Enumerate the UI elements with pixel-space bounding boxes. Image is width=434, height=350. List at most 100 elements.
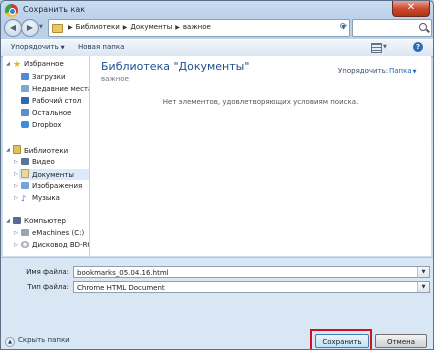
address-bar[interactable]: ▶ Библиотеки ▶ Документы ▶ важное ▼ [48,19,350,37]
back-arrow-icon: ◀ [9,23,17,32]
hard-drive-icon [21,229,29,236]
sidebar-item-video[interactable]: Видео [21,157,55,168]
sidebar-item-desktop[interactable]: Рабочий стол [21,96,81,107]
recent-places-icon [21,85,29,92]
save-button[interactable]: Сохранить [315,334,369,348]
sidebar-item-drive-c[interactable]: eMachines (C:) [21,228,84,239]
window-title: Сохранить как [23,5,86,14]
expand-pictures-icon[interactable]: ▷ [14,183,18,189]
sidebar-item-label: Dropbox [32,121,62,129]
downloads-folder-icon [21,73,29,80]
breadcrumb-libraries[interactable]: Библиотеки [76,23,120,31]
recent-pages-dropdown[interactable]: ▼ [39,24,43,30]
file-list-pane[interactable]: Библиотека "Документы" важное Упорядочит… [90,56,431,256]
sidebar-item-pictures[interactable]: Изображения [21,181,82,192]
chevron-down-icon: ▼ [412,69,417,75]
sidebar-item-label: Остальное [32,109,72,117]
breadcrumb-separator-icon[interactable]: ▶ [175,24,180,31]
back-button[interactable]: ◀ [4,19,22,37]
collapse-favorites-icon[interactable]: ◢ [6,61,10,67]
desktop-icon [21,97,29,104]
folder-icon [52,24,63,33]
sidebar-item-label: eMachines (C:) [32,229,85,237]
sidebar-item-libraries[interactable]: Библиотеки [13,145,68,156]
forward-arrow-icon: ▶ [26,23,34,32]
arrange-by-label: Упорядочить: [338,67,389,75]
chevron-up-icon: ▲ [5,337,15,347]
sidebar-item-downloads[interactable]: Загрузки [21,72,66,83]
arrange-by-dropdown[interactable]: Папка▼ [389,67,417,75]
collapse-computer-icon[interactable]: ◢ [6,218,10,224]
filetype-select[interactable]: Chrome HTML Document ▼ [73,281,430,293]
organize-button[interactable]: Упорядочить ▼ [11,43,65,51]
search-icon [419,23,427,31]
filetype-value: Chrome HTML Document [77,284,165,292]
sidebar-item-label: Библиотеки [24,147,69,155]
breadcrumb-documents[interactable]: Документы [130,23,172,31]
bd-drive-icon [21,241,29,248]
sidebar-item-bd-drive[interactable]: Дисковод BD-RO [21,240,90,251]
refresh-icon[interactable]: ⟳ [337,19,350,35]
expand-drive-c-icon[interactable]: ▷ [14,230,18,236]
pictures-library-icon [21,182,29,189]
sidebar-item-recent-places[interactable]: Недавние места [21,84,90,95]
new-folder-button[interactable]: Новая папка [78,43,124,51]
chevron-down-icon[interactable]: ▼ [417,282,429,292]
collapse-libraries-icon[interactable]: ◢ [6,147,10,153]
filetype-label: Тип файла: [27,283,69,291]
video-library-icon [21,158,29,165]
organize-label: Упорядочить [11,43,59,51]
dropbox-icon [21,121,29,128]
sidebar-item-label: Дисковод BD-RO [32,241,90,249]
sidebar-item-label: Избранное [24,60,64,68]
close-icon: ✕ [406,2,416,13]
sidebar-item-label: Недавние места [32,85,90,93]
documents-library-icon [21,169,29,178]
save-as-dialog: Сохранить как ✕ ◀ ▶ ▼ ▶ Библиотеки ▶ Докуме… [0,0,434,350]
empty-results-message: Нет элементов, удовлетворяющих условиям … [162,98,359,106]
sidebar-item-favorites[interactable]: ★ Избранное [13,59,64,70]
library-subtitle: важное [101,75,129,83]
breadcrumb: ▶ Библиотеки ▶ Документы ▶ важное [65,23,211,31]
sidebar-item-label: Изображения [32,182,83,190]
view-options-dropdown-icon[interactable]: ▼ [383,44,387,50]
sidebar-item-computer[interactable]: Компьютер [13,216,66,227]
sidebar-item-label: Компьютер [24,217,66,225]
chrome-icon [5,4,18,17]
expand-music-icon[interactable]: ▷ [14,195,18,201]
breadcrumb-important[interactable]: важное [183,23,211,31]
sidebar-item-documents[interactable]: Документы [19,169,89,180]
library-title: Библиотека "Документы" [101,60,250,73]
computer-icon [13,217,21,224]
change-view-icon[interactable] [371,43,382,53]
expand-video-icon[interactable]: ▷ [14,159,18,165]
filename-label: Имя файла: [26,268,69,276]
sidebar-item-label: Рабочий стол [32,97,82,105]
close-button[interactable]: ✕ [392,1,430,17]
filename-history-dropdown-icon[interactable]: ▼ [417,267,429,277]
sidebar-item-label: Загрузки [32,73,66,81]
expand-bd-drive-icon[interactable]: ▷ [14,242,18,248]
filename-value: bookmarks_05.04.16.html [77,269,169,277]
sidebar-item-music[interactable]: ♪ Музыка [21,193,60,204]
expand-documents-icon[interactable]: ▷ [14,171,18,177]
sidebar-item-other[interactable]: Остальное [21,108,72,119]
arrange-by-value: Папка [389,67,412,75]
forward-button[interactable]: ▶ [21,19,39,37]
hide-folders-label: Скрыть папки [18,336,70,344]
folder-icon [21,109,29,116]
filename-field[interactable]: bookmarks_05.04.16.html ▼ [73,266,430,278]
navigation-pane: ◢ ★ Избранное Загрузки Недавние места Раб… [3,56,90,256]
help-icon[interactable]: ? [413,42,423,52]
star-icon: ★ [13,60,22,70]
save-options-panel: Имя файла: bookmarks_05.04.16.html ▼ Тип… [1,257,433,349]
cancel-button[interactable]: Отмена [375,334,427,348]
sidebar-item-dropbox[interactable]: Dropbox [21,120,62,131]
search-input[interactable] [352,19,432,37]
breadcrumb-separator-icon[interactable]: ▶ [123,24,128,31]
sidebar-item-label: Музыка [32,194,60,202]
music-library-icon: ♪ [21,194,27,203]
breadcrumb-separator-icon[interactable]: ▶ [68,24,73,31]
sidebar-item-label: Видео [32,158,55,166]
hide-folders-button[interactable]: ▲ Скрыть папки [5,336,70,347]
